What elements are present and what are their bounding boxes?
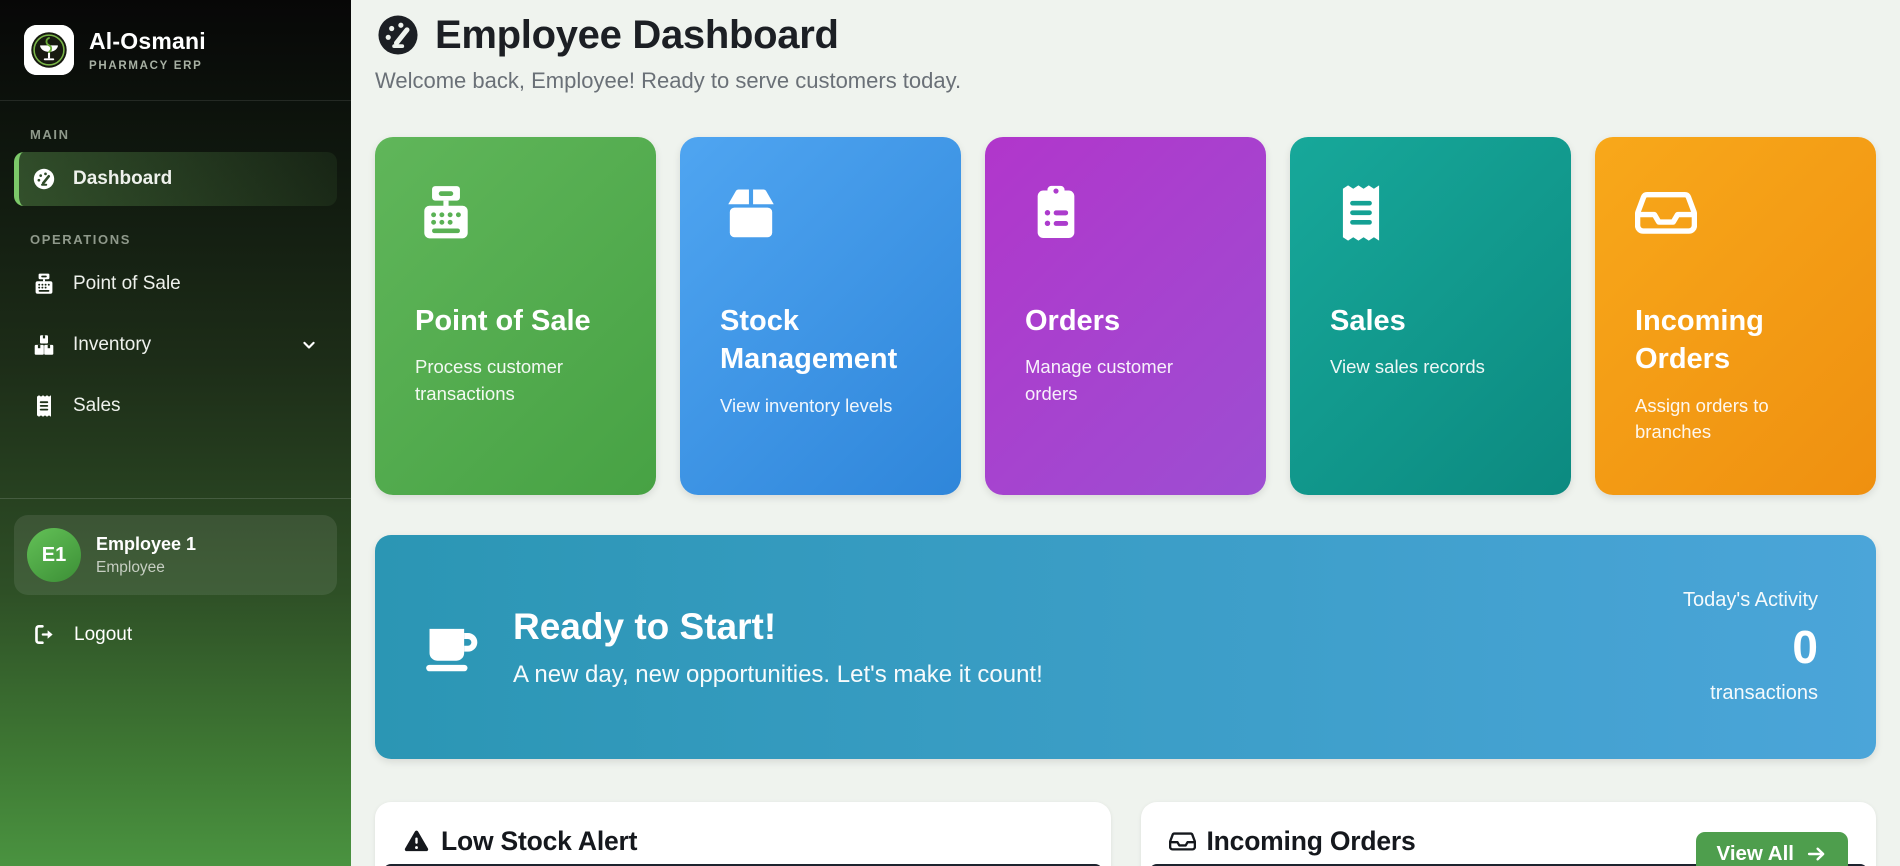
banner-title: Ready to Start! — [513, 605, 777, 647]
inbox-icon — [1168, 828, 1196, 855]
stat-label: Today's Activity — [1683, 589, 1818, 611]
inbox-icon — [1634, 182, 1698, 244]
stat-value: 0 — [1792, 621, 1818, 673]
action-card-point-of-sale[interactable]: Point of Sale Process customer transacti… — [375, 137, 656, 495]
stat-unit: transactions — [1710, 682, 1818, 704]
logout-label: Logout — [74, 623, 133, 645]
warning-icon — [403, 828, 430, 855]
avatar: E1 — [27, 528, 81, 582]
ready-banner: Ready to Start! A new day, new opportuni… — [375, 535, 1876, 759]
sign-out-icon — [32, 622, 57, 647]
box-icon — [720, 182, 782, 244]
boxes-icon — [32, 333, 56, 357]
user-name: Employee 1 — [96, 533, 197, 554]
chevron-down-icon — [299, 335, 319, 355]
action-card-orders[interactable]: Orders Manage customer orders — [985, 137, 1266, 495]
nav-section-label: OPERATIONS — [30, 232, 131, 247]
sidebar-item-dashboard[interactable]: Dashboard — [14, 152, 337, 206]
action-card-stock-management[interactable]: Stock Management View inventory levels — [680, 137, 961, 495]
user-role: Employee — [96, 558, 165, 576]
action-card-sales[interactable]: Sales View sales records — [1290, 137, 1571, 495]
mug-icon — [421, 616, 483, 678]
clipboard-list-icon — [1025, 182, 1087, 244]
sidebar-nav: MAIN Dashboard OPERATIONS Point of Sale … — [0, 101, 351, 440]
action-card-incoming-orders[interactable]: Incoming Orders Assign orders to branche… — [1595, 137, 1876, 495]
incoming-orders-panel: Incoming Orders View All — [1140, 802, 1876, 866]
sidebar-divider — [0, 498, 351, 499]
sidebar-item-inventory[interactable]: Inventory — [14, 318, 337, 372]
receipt-icon — [1330, 182, 1392, 244]
cash-register-icon — [32, 272, 56, 296]
sidebar-item-point-of-sale[interactable]: Point of Sale — [14, 257, 337, 311]
sidebar: Al-Osmani PHARMACY ERP MAIN Dashboard OP… — [0, 0, 351, 866]
banner-subtitle: A new day, new opportunities. Let's make… — [513, 660, 1043, 688]
today-activity-stat: Today's Activity 0 transactions — [1683, 589, 1818, 705]
gauge-icon — [32, 167, 56, 191]
brand-name: Al-Osmani — [89, 28, 206, 54]
low-stock-panel: Low Stock Alert — [375, 802, 1111, 866]
pharmacy-logo-icon — [24, 25, 74, 75]
gauge-icon — [375, 12, 421, 58]
receipt-icon — [32, 394, 56, 418]
incoming-orders-title: Incoming Orders — [1206, 826, 1416, 856]
bottom-panels: Low Stock Alert Incoming Orders View All — [375, 802, 1876, 866]
view-all-button[interactable]: View All — [1695, 832, 1848, 866]
page-title: Employee Dashboard — [435, 12, 839, 57]
view-all-label: View All — [1716, 842, 1794, 865]
action-cards-grid: Point of Sale Process customer transacti… — [375, 137, 1876, 495]
nav-section-label: MAIN — [30, 127, 70, 142]
low-stock-title: Low Stock Alert — [441, 826, 638, 856]
page-subtitle: Welcome back, Employee! Ready to serve c… — [375, 68, 962, 93]
logout-button[interactable]: Logout — [14, 609, 337, 660]
user-card: E1 Employee 1 Employee — [14, 515, 337, 595]
sidebar-item-sales[interactable]: Sales — [14, 379, 337, 433]
main-content: Employee Dashboard Welcome back, Employe… — [351, 0, 1900, 866]
brand: Al-Osmani PHARMACY ERP — [0, 0, 351, 101]
brand-tagline: PHARMACY ERP — [89, 60, 203, 72]
cash-register-icon — [415, 182, 477, 244]
arrow-right-icon — [1805, 843, 1827, 865]
